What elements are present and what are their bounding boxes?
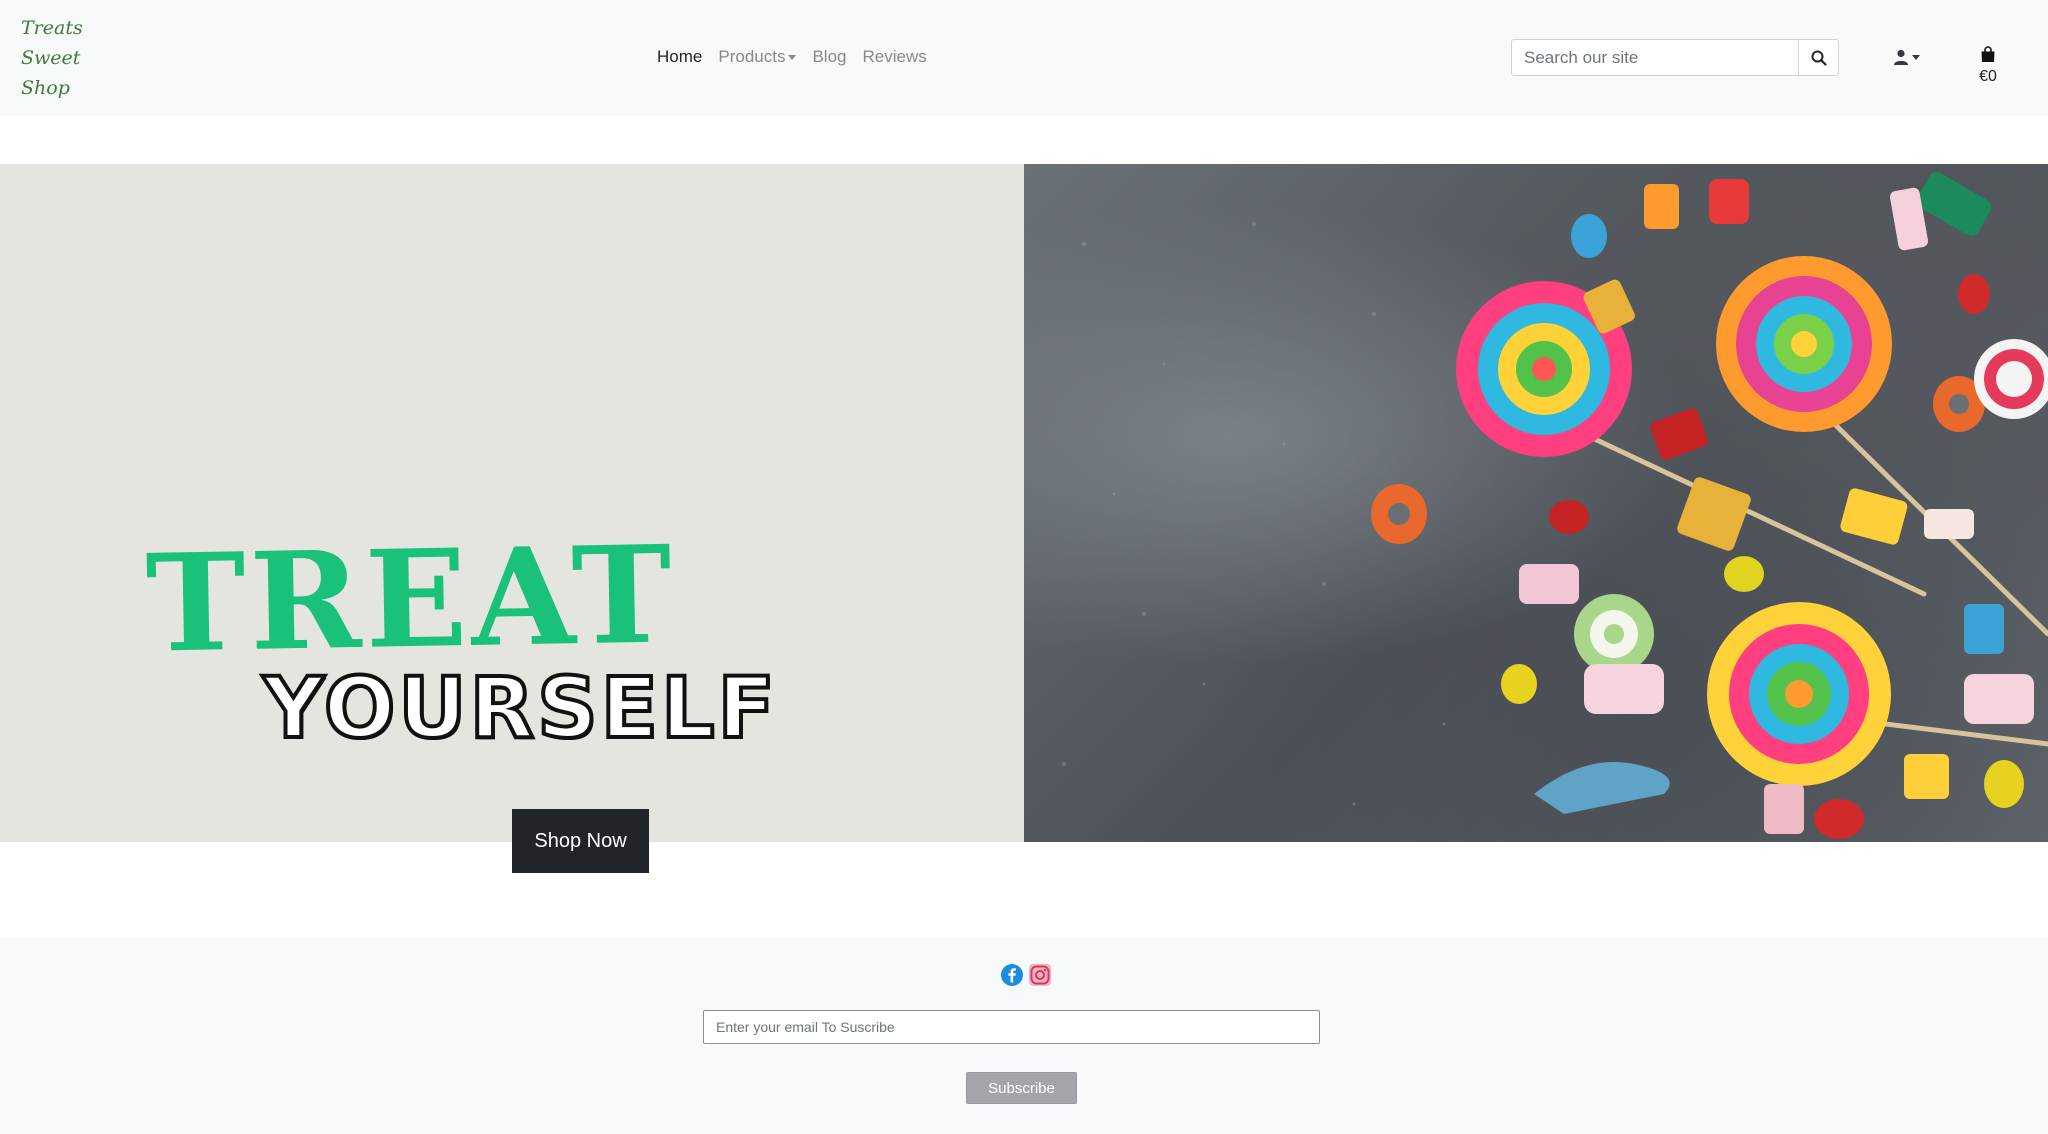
facebook-link[interactable]: [1000, 963, 1024, 987]
nav-reviews[interactable]: Reviews: [862, 47, 926, 67]
shopping-bag-link[interactable]: €0: [1958, 46, 2018, 86]
search-input[interactable]: [1511, 39, 1798, 76]
hero-text-panel: TREAT YOURSELF Shop Now: [0, 164, 1024, 873]
social-links: [1000, 963, 1052, 987]
search-form: [1511, 39, 1839, 76]
brand-line-3: Shop: [21, 77, 70, 99]
instagram-link[interactable]: [1028, 963, 1052, 987]
nav-home[interactable]: Home: [657, 47, 702, 67]
account-dropdown[interactable]: [1893, 47, 1920, 67]
bag-total: €0: [1979, 68, 1997, 85]
shop-now-button[interactable]: Shop Now: [512, 809, 649, 873]
footer: Subscribe: [0, 938, 2048, 1134]
brand-line-1: Treats: [21, 17, 83, 39]
nav-products-dropdown[interactable]: Products: [718, 47, 797, 67]
caret-down-icon: [788, 54, 797, 60]
hero-banner: TREAT YOURSELF Shop Now: [0, 164, 2048, 873]
nav-blog[interactable]: Blog: [812, 47, 846, 67]
shopping-bag-icon: [1981, 46, 1995, 62]
search-icon: [1811, 50, 1827, 66]
caret-down-icon: [1912, 54, 1920, 60]
hero-headline-bottom: YOURSELF: [261, 659, 778, 757]
subscribe-button[interactable]: Subscribe: [966, 1072, 1077, 1104]
main-nav: Home Products Blog Reviews: [657, 45, 927, 69]
brand-logo[interactable]: Treats Sweet Shop: [21, 13, 83, 103]
nav-products-label: Products: [718, 47, 786, 66]
navbar: Treats Sweet Shop Home Products Blog Rev…: [0, 0, 2048, 116]
instagram-icon: [1029, 964, 1051, 986]
hero-image: [1024, 164, 2048, 842]
brand-line-2: Sweet: [21, 47, 81, 69]
user-icon: [1894, 49, 1908, 65]
search-button[interactable]: [1798, 39, 1839, 76]
facebook-icon: [1001, 964, 1023, 986]
newsletter-email-input[interactable]: [703, 1010, 1320, 1044]
candy-illustration: [1062, 172, 2048, 839]
hero-headline-top: TREAT: [144, 515, 677, 683]
